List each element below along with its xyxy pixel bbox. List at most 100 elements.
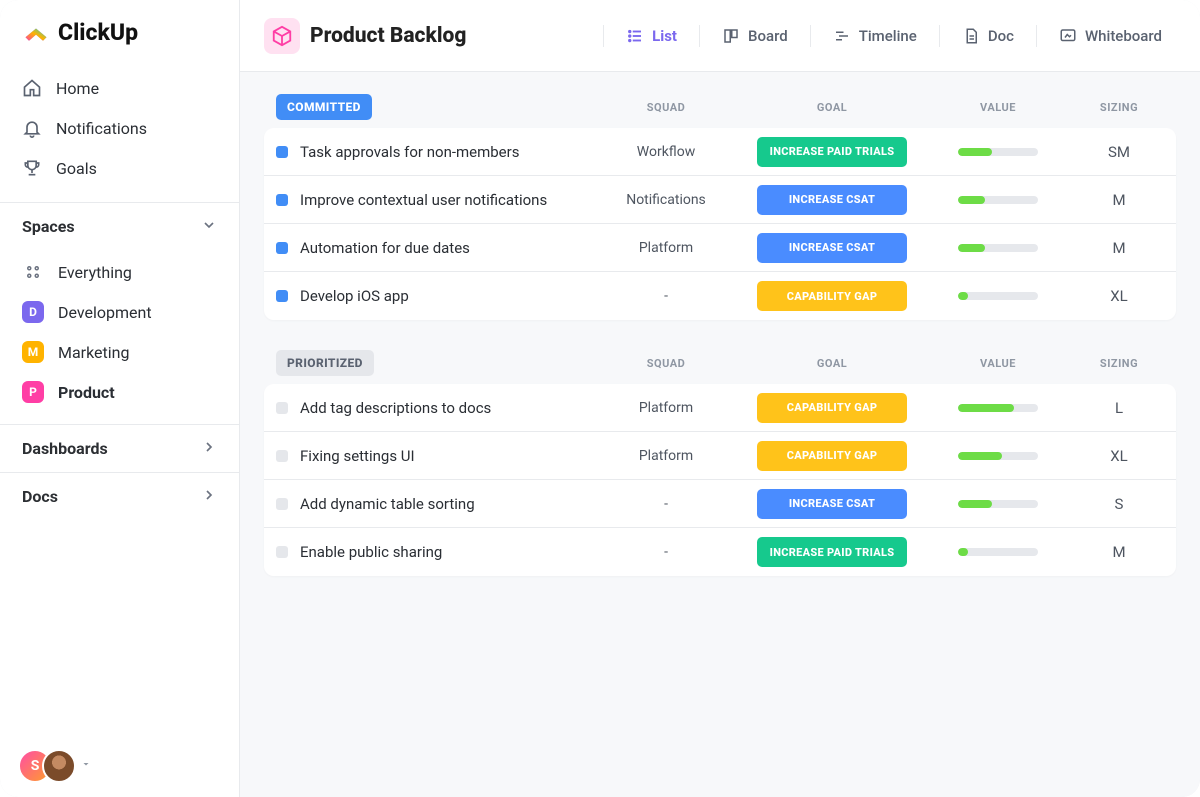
group-badge[interactable]: COMMITTED bbox=[276, 94, 372, 120]
value-bar bbox=[958, 404, 1038, 412]
home-icon bbox=[22, 78, 42, 98]
value-bar bbox=[958, 548, 1038, 556]
primary-nav: Home Notifications Goals bbox=[0, 64, 239, 202]
goal-pill[interactable]: CAPABILITY GAP bbox=[757, 393, 907, 423]
status-icon[interactable] bbox=[276, 290, 288, 302]
spaces-header-label: Spaces bbox=[22, 217, 75, 236]
chevron-right-icon bbox=[201, 487, 217, 507]
view-list[interactable]: List bbox=[612, 18, 691, 54]
nav-home[interactable]: Home bbox=[8, 68, 231, 108]
user-avatars[interactable]: S bbox=[18, 749, 92, 783]
goal-pill[interactable]: INCREASE PAID TRIALS bbox=[757, 537, 907, 567]
content: COMMITTED SQUAD GOAL VALUE SIZING Task a… bbox=[240, 72, 1200, 628]
space-product[interactable]: P Product bbox=[8, 372, 231, 412]
brand-logo[interactable]: ClickUp bbox=[0, 0, 239, 64]
sidebar: ClickUp Home Notifications Goals bbox=[0, 0, 240, 797]
task-squad: Platform bbox=[606, 400, 726, 416]
avatar-teammate[interactable] bbox=[42, 749, 76, 783]
view-label: List bbox=[652, 27, 677, 45]
clickup-icon bbox=[22, 18, 50, 46]
brand-name: ClickUp bbox=[58, 19, 138, 46]
space-label: Everything bbox=[58, 263, 132, 282]
view-timeline[interactable]: Timeline bbox=[819, 18, 931, 54]
task-name: Automation for due dates bbox=[300, 239, 470, 257]
view-label: Timeline bbox=[859, 27, 917, 45]
view-switcher: List Board Timeline bbox=[599, 18, 1176, 54]
goal-pill[interactable]: CAPABILITY GAP bbox=[757, 281, 907, 311]
task-squad: Notifications bbox=[606, 192, 726, 208]
whiteboard-icon bbox=[1059, 27, 1077, 45]
task-sizing: L bbox=[1074, 399, 1164, 417]
task-name: Develop iOS app bbox=[300, 287, 409, 305]
space-letter-icon: M bbox=[22, 341, 44, 363]
task-sizing: XL bbox=[1074, 287, 1164, 305]
section-label: Dashboards bbox=[22, 439, 108, 458]
trophy-icon bbox=[22, 158, 42, 178]
view-doc[interactable]: Doc bbox=[948, 18, 1028, 54]
status-icon[interactable] bbox=[276, 402, 288, 414]
space-letter-icon: P bbox=[22, 381, 44, 403]
value-bar bbox=[958, 292, 1038, 300]
spaces-header[interactable]: Spaces bbox=[0, 202, 239, 250]
view-board[interactable]: Board bbox=[708, 18, 802, 54]
grid-icon bbox=[22, 261, 44, 283]
task-name: Add tag descriptions to docs bbox=[300, 399, 491, 417]
chevron-down-icon bbox=[201, 217, 217, 237]
status-icon[interactable] bbox=[276, 194, 288, 206]
group-header: COMMITTED SQUAD GOAL VALUE SIZING bbox=[264, 94, 1176, 128]
space-label: Product bbox=[58, 383, 115, 402]
separator bbox=[603, 25, 604, 47]
task-row[interactable]: Task approvals for non-members Workflow … bbox=[264, 128, 1176, 176]
task-row[interactable]: Improve contextual user notifications No… bbox=[264, 176, 1176, 224]
nav-goals[interactable]: Goals bbox=[8, 148, 231, 188]
goal-pill[interactable]: INCREASE CSAT bbox=[757, 233, 907, 263]
task-row[interactable]: Automation for due dates Platform INCREA… bbox=[264, 224, 1176, 272]
task-squad: - bbox=[606, 288, 726, 304]
space-everything[interactable]: Everything bbox=[8, 252, 231, 292]
task-sizing: M bbox=[1074, 191, 1164, 209]
value-bar bbox=[958, 196, 1038, 204]
col-squad: SQUAD bbox=[606, 357, 726, 370]
view-whiteboard[interactable]: Whiteboard bbox=[1045, 18, 1176, 54]
status-icon[interactable] bbox=[276, 450, 288, 462]
app-frame: ClickUp Home Notifications Goals bbox=[0, 0, 1200, 797]
space-letter-icon: D bbox=[22, 301, 44, 323]
status-icon[interactable] bbox=[276, 546, 288, 558]
task-squad: Platform bbox=[606, 448, 726, 464]
space-marketing[interactable]: M Marketing bbox=[8, 332, 231, 372]
task-row[interactable]: Develop iOS app - CAPABILITY GAP XL bbox=[264, 272, 1176, 320]
task-sizing: S bbox=[1074, 495, 1164, 513]
task-squad: - bbox=[606, 496, 726, 512]
goal-pill[interactable]: INCREASE PAID TRIALS bbox=[757, 137, 907, 167]
col-goal: GOAL bbox=[742, 101, 922, 114]
task-name: Add dynamic table sorting bbox=[300, 495, 475, 513]
timeline-icon bbox=[833, 27, 851, 45]
caret-down-icon bbox=[80, 758, 92, 774]
group-badge[interactable]: PRIORITIZED bbox=[276, 350, 374, 376]
status-icon[interactable] bbox=[276, 146, 288, 158]
task-squad: Workflow bbox=[606, 144, 726, 160]
goal-pill[interactable]: CAPABILITY GAP bbox=[757, 441, 907, 471]
goal-pill[interactable]: INCREASE CSAT bbox=[757, 489, 907, 519]
task-row[interactable]: Fixing settings UI Platform CAPABILITY G… bbox=[264, 432, 1176, 480]
spaces-list: Everything D Development M Marketing P P… bbox=[0, 250, 239, 424]
section-label: Docs bbox=[22, 487, 58, 506]
group-header: PRIORITIZED SQUAD GOAL VALUE SIZING bbox=[264, 350, 1176, 384]
task-row[interactable]: Enable public sharing - INCREASE PAID TR… bbox=[264, 528, 1176, 576]
chevron-right-icon bbox=[201, 439, 217, 459]
topbar: Product Backlog List Board bbox=[240, 0, 1200, 72]
docs-header[interactable]: Docs bbox=[0, 472, 239, 520]
task-row[interactable]: Add dynamic table sorting - INCREASE CSA… bbox=[264, 480, 1176, 528]
space-development[interactable]: D Development bbox=[8, 292, 231, 332]
goal-pill[interactable]: INCREASE CSAT bbox=[757, 185, 907, 215]
nav-notifications[interactable]: Notifications bbox=[8, 108, 231, 148]
separator bbox=[1036, 25, 1037, 47]
status-icon[interactable] bbox=[276, 242, 288, 254]
col-value: VALUE bbox=[938, 357, 1058, 370]
task-row[interactable]: Add tag descriptions to docs Platform CA… bbox=[264, 384, 1176, 432]
value-bar bbox=[958, 500, 1038, 508]
dashboards-header[interactable]: Dashboards bbox=[0, 424, 239, 472]
status-icon[interactable] bbox=[276, 498, 288, 510]
value-bar bbox=[958, 148, 1038, 156]
list-icon bbox=[626, 27, 644, 45]
